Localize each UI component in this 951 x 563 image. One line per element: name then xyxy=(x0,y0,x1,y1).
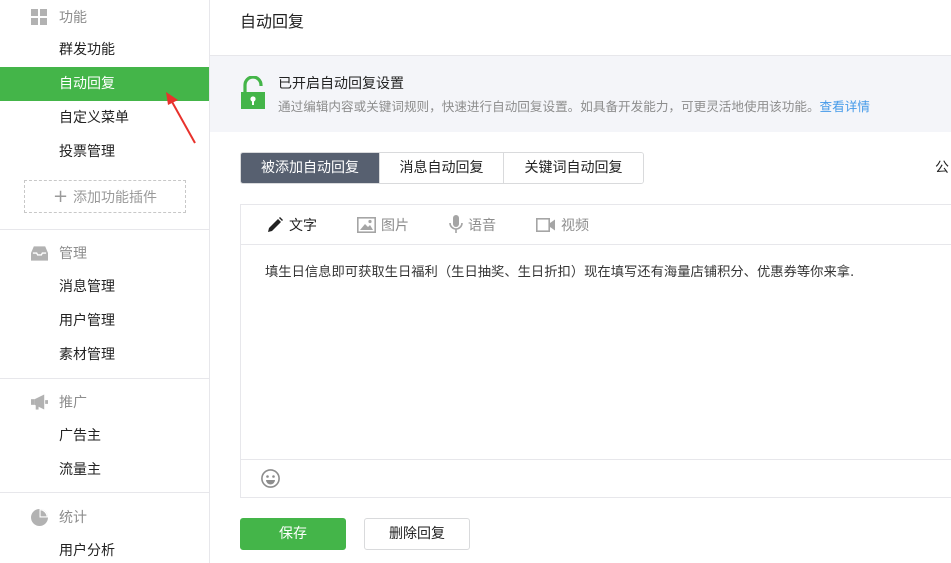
tab-added-auto-reply[interactable]: 被添加自动回复 xyxy=(241,153,380,183)
sidebar-item-auto-reply[interactable]: 自动回复 xyxy=(0,67,209,101)
section-title: 功能 xyxy=(59,10,87,26)
add-plugin-button[interactable]: + 添加功能插件 xyxy=(24,180,186,213)
plus-icon: + xyxy=(52,185,69,207)
divider xyxy=(0,229,209,230)
microphone-icon xyxy=(449,215,463,234)
tool-video[interactable]: 视频 xyxy=(536,215,589,235)
section-header-manage: 管理 xyxy=(0,236,209,270)
tab-message-auto-reply[interactable]: 消息自动回复 xyxy=(380,153,504,183)
divider xyxy=(0,492,209,493)
tool-label: 图片 xyxy=(381,217,409,234)
tab-keyword-auto-reply[interactable]: 关键词自动回复 xyxy=(504,153,643,183)
emoji-bar xyxy=(241,459,951,497)
section-title: 推广 xyxy=(59,395,87,411)
section-header-features: 功能 xyxy=(0,0,209,34)
tool-text[interactable]: 文字 xyxy=(266,215,317,235)
tool-image[interactable]: 图片 xyxy=(357,215,409,235)
section-title: 管理 xyxy=(59,246,87,262)
tool-voice[interactable]: 语音 xyxy=(449,215,496,235)
truncated-text: 公 xyxy=(935,160,949,176)
tool-label: 语音 xyxy=(468,217,496,234)
pencil-icon xyxy=(266,216,284,234)
grid-icon xyxy=(31,8,48,26)
sidebar-item-custom-menu[interactable]: 自定义菜单 xyxy=(0,101,209,135)
sidebar-item-mass-send[interactable]: 群发功能 xyxy=(0,33,209,67)
section-title: 统计 xyxy=(59,510,87,526)
unlock-icon xyxy=(240,75,266,114)
tool-label: 视频 xyxy=(561,217,589,234)
sidebar-item-material-manage[interactable]: 素材管理 xyxy=(0,338,209,372)
save-button[interactable]: 保存 xyxy=(240,518,346,550)
sidebar-item-vote-manage[interactable]: 投票管理 xyxy=(0,135,209,169)
reply-editor: 文字 图片 语音 视频 填生日信息即可获取生日福利（生日抽奖、生日折扣）现在填写… xyxy=(240,204,951,498)
sidebar-item-user-manage[interactable]: 用户管理 xyxy=(0,304,209,338)
emoji-icon[interactable] xyxy=(261,469,280,492)
megaphone-icon xyxy=(31,394,48,411)
pie-chart-icon xyxy=(31,508,48,526)
sidebar-item-message-manage[interactable]: 消息管理 xyxy=(0,270,209,304)
add-plugin-label: 添加功能插件 xyxy=(73,189,158,206)
sidebar-item-advertiser[interactable]: 广告主 xyxy=(0,419,209,453)
notice-desc-text: 通过编辑内容或关键词规则，快速进行自动回复设置。如具备开发能力，可更灵活地使用该… xyxy=(278,99,820,114)
tool-label: 文字 xyxy=(289,217,317,234)
divider xyxy=(0,378,209,379)
image-icon xyxy=(357,216,376,233)
section-header-promote: 推广 xyxy=(0,385,209,419)
section-header-statistics: 统计 xyxy=(0,500,209,534)
video-icon xyxy=(536,217,556,232)
notice-description: 通过编辑内容或关键词规则，快速进行自动回复设置。如具备开发能力，可更灵活地使用该… xyxy=(278,96,870,115)
reply-type-tabs: 被添加自动回复 消息自动回复 关键词自动回复 xyxy=(240,152,644,184)
main-content: 自动回复 已开启自动回复设置 通过编辑内容或关键词规则，快速进行自动回复设置。如… xyxy=(210,0,951,563)
auto-reply-notice: 已开启自动回复设置 通过编辑内容或关键词规则，快速进行自动回复设置。如具备开发能… xyxy=(210,55,951,132)
page-title: 自动回复 xyxy=(240,12,305,31)
inbox-icon xyxy=(31,245,48,262)
reply-content-text[interactable]: 填生日信息即可获取生日福利（生日抽奖、生日折扣）现在填写还有海量店铺积分、优惠券… xyxy=(265,261,854,280)
view-details-link[interactable]: 查看详情 xyxy=(820,99,870,114)
notice-title: 已开启自动回复设置 xyxy=(278,76,404,92)
editor-toolbar: 文字 图片 语音 视频 xyxy=(241,205,951,245)
delete-reply-button[interactable]: 删除回复 xyxy=(364,518,470,550)
sidebar-item-user-analysis[interactable]: 用户分析 xyxy=(0,534,209,563)
sidebar: 功能 群发功能 自动回复 自定义菜单 投票管理 + 添加功能插件 管理 消息管理… xyxy=(0,0,210,563)
sidebar-item-publisher[interactable]: 流量主 xyxy=(0,453,209,487)
